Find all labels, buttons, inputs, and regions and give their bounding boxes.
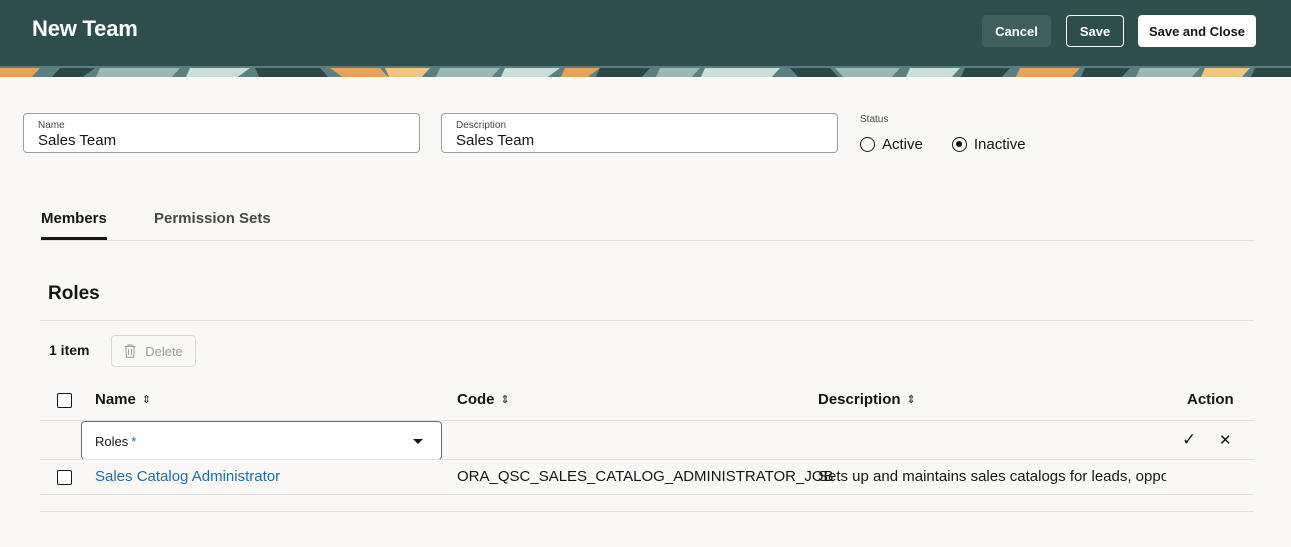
page-title: New Team [32,16,138,41]
roles-select-text: Roles [95,434,129,449]
role-name-link[interactable]: Sales Catalog Administrator [95,468,280,485]
decorative-banner [0,66,1291,77]
status-radio-inactive[interactable]: Inactive [951,135,1026,153]
name-field[interactable]: Name Sales Team [23,113,420,153]
column-header-description[interactable]: Description ⇕ [818,391,916,408]
page-header: New Team Cancel Save Save and Close [0,0,1291,66]
status-radio-group: Active Inactive [860,134,1055,154]
save-button[interactable]: Save [1066,15,1124,47]
table-bottom-border [40,511,1254,512]
chevron-down-icon[interactable] [413,439,423,444]
radio-button-checked[interactable] [951,136,967,152]
roles-select-label: Roles * [95,434,136,449]
table-divider [40,459,1254,460]
column-header-code-label: Code [457,391,495,408]
cancel-button[interactable]: Cancel [982,15,1051,47]
row-checkbox[interactable] [57,470,72,485]
status-inactive-label: Inactive [973,135,1026,153]
delete-button[interactable]: Delete [111,335,196,367]
column-header-name[interactable]: Name ⇕ [95,391,151,408]
sort-icon[interactable]: ⇕ [907,393,916,406]
radio-button-unchecked[interactable] [860,136,875,152]
name-field-label: Name [38,120,65,131]
description-field-value[interactable]: Sales Team [456,132,534,149]
save-and-close-button[interactable]: Save and Close [1138,15,1256,47]
column-header-action: Action [1187,391,1234,408]
select-all-checkbox[interactable] [57,393,72,408]
role-description: Sets up and maintains sales catalogs for… [818,468,1166,485]
trash-icon [124,344,136,358]
required-marker: * [131,434,137,449]
close-icon[interactable]: ✕ [1219,432,1232,449]
delete-button-label: Delete [145,343,183,359]
name-field-value[interactable]: Sales Team [38,132,116,149]
roles-section-title: Roles [48,283,100,304]
divider [40,320,1254,321]
status-active-label: Active [882,135,923,153]
table-divider [40,494,1254,495]
status-label: Status [860,114,889,125]
column-header-code[interactable]: Code ⇕ [457,391,510,408]
column-header-description-label: Description [818,391,901,408]
tab-bar: Members Permission Sets [40,200,1255,241]
tab-permission-sets[interactable]: Permission Sets [154,210,271,227]
description-field[interactable]: Description Sales Team [441,113,838,153]
tab-members[interactable]: Members [41,210,107,240]
description-field-label: Description [456,120,507,131]
sort-icon[interactable]: ⇕ [142,393,151,406]
column-header-name-label: Name [95,391,136,408]
sort-icon[interactable]: ⇕ [501,393,510,406]
role-code: ORA_QSC_SALES_CATALOG_ADMINISTRATOR_JOB [457,468,834,485]
roles-select[interactable]: Roles * [81,421,442,460]
confirm-check-icon[interactable]: ✓ [1182,431,1196,448]
status-radio-active[interactable]: Active [860,136,923,153]
item-count: 1 item [49,342,90,358]
